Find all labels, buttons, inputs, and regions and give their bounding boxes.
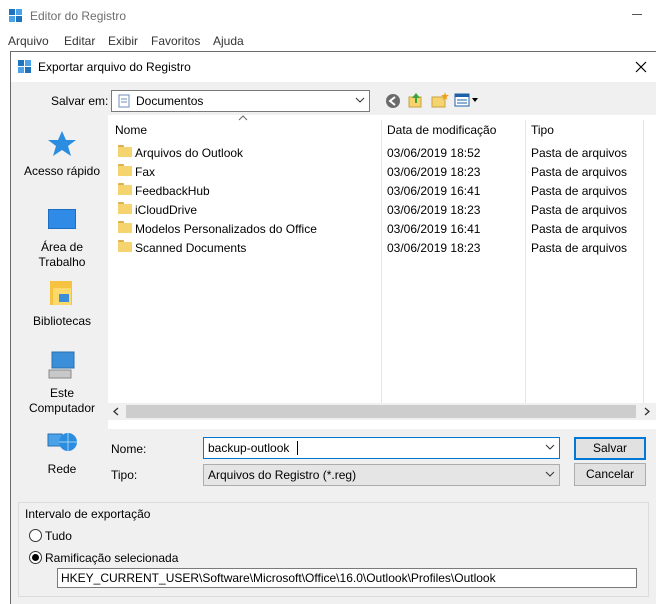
- view-menu-icon[interactable]: [454, 91, 480, 109]
- export-dialog: Exportar arquivo do Registro Salvar em: …: [10, 51, 656, 604]
- name-label: Nome:: [111, 442, 147, 456]
- file-type: Pasta de arquivos: [531, 146, 628, 160]
- close-icon[interactable]: [633, 59, 649, 75]
- file-date: 03/06/2019 16:41: [387, 184, 481, 198]
- file-type-combo[interactable]: Arquivos do Registro (*.reg): [203, 464, 560, 486]
- registry-editor-icon: [9, 9, 23, 23]
- column-date[interactable]: Data de modificação: [387, 123, 496, 137]
- branch-path-field[interactable]: [57, 568, 637, 588]
- place-desktop[interactable]: Área de Trabalho: [17, 204, 107, 270]
- menu-editar[interactable]: Editar: [64, 34, 95, 48]
- folder-icon: [118, 145, 132, 157]
- branch-path-input[interactable]: [58, 569, 636, 587]
- network-icon: [47, 433, 77, 451]
- chevron-down-icon: [355, 97, 365, 103]
- desktop-icon: [48, 209, 76, 229]
- radio-selected-branch-label[interactable]: Ramificação selecionada: [45, 551, 178, 565]
- back-icon[interactable]: [384, 92, 402, 110]
- file-list[interactable]: Nome Data de modificação Tipo Arquivos d…: [108, 115, 656, 429]
- app-title: Editor do Registro: [30, 9, 127, 23]
- place-label: Este Computador: [28, 386, 96, 415]
- chevron-down-icon[interactable]: [545, 443, 555, 451]
- chevron-down-icon: [545, 471, 555, 477]
- file-type: Pasta de arquivos: [531, 222, 628, 236]
- place-libraries[interactable]: Bibliotecas: [17, 278, 107, 329]
- file-name: FeedbackHub: [135, 184, 210, 198]
- column-name[interactable]: Nome: [115, 123, 147, 137]
- folder-icon: [118, 183, 132, 195]
- place-label: Bibliotecas: [32, 314, 92, 328]
- folder-icon: [118, 202, 132, 214]
- radio-all-label[interactable]: Tudo: [45, 529, 72, 543]
- file-name-combo[interactable]: backup-outlook: [203, 437, 560, 459]
- up-folder-icon[interactable]: [407, 91, 425, 109]
- places-bar: Acesso rápido Área de Trabalho Bibliotec…: [17, 114, 107, 494]
- file-date: 03/06/2019 18:23: [387, 165, 481, 179]
- file-name: iCloudDrive: [135, 203, 198, 217]
- file-type: Pasta de arquivos: [531, 165, 628, 179]
- file-type-value: Arquivos do Registro (*.reg): [208, 468, 357, 482]
- menu-exibir[interactable]: Exibir: [108, 34, 138, 48]
- save-in-label: Salvar em:: [51, 94, 109, 108]
- radio-all[interactable]: [29, 529, 42, 542]
- sort-ascending-icon: [238, 115, 248, 121]
- save-in-value: Documentos: [136, 94, 204, 108]
- place-label: Área de Trabalho: [38, 240, 86, 269]
- file-list-header: Nome Data de modificação Tipo: [108, 115, 656, 417]
- file-row[interactable]: Fax 03/06/2019 18:23 Pasta de arquivos: [108, 162, 656, 181]
- file-date: 03/06/2019 18:52: [387, 146, 481, 160]
- folder-icon: [118, 240, 132, 252]
- scrollbar-thumb[interactable]: [126, 405, 636, 418]
- export-range-title: Intervalo de exportação: [23, 507, 153, 521]
- horizontal-scrollbar[interactable]: [108, 403, 656, 420]
- file-name: Scanned Documents: [135, 241, 247, 255]
- place-label: Acesso rápido: [23, 164, 101, 178]
- file-row[interactable]: Arquivos do Outlook 03/06/2019 18:52 Pas…: [108, 143, 656, 162]
- file-type: Pasta de arquivos: [531, 203, 628, 217]
- type-label: Tipo:: [111, 468, 138, 482]
- file-date: 03/06/2019 16:41: [387, 222, 481, 236]
- scroll-right-icon[interactable]: [643, 407, 651, 416]
- file-name-input[interactable]: backup-outlook: [208, 441, 289, 455]
- file-row[interactable]: FeedbackHub 03/06/2019 16:41 Pasta de ar…: [108, 181, 656, 200]
- folder-icon: [118, 221, 132, 233]
- file-name: Fax: [135, 165, 156, 179]
- file-type: Pasta de arquivos: [531, 184, 628, 198]
- dialog-titlebar: Exportar arquivo do Registro: [11, 52, 656, 82]
- registry-editor-icon: [18, 60, 32, 74]
- libraries-icon: [50, 281, 72, 305]
- place-label: Rede: [47, 462, 77, 476]
- app-menubar: Arquivo Editar Exibir Favoritos Ajuda: [0, 31, 656, 51]
- text-caret: [297, 441, 298, 455]
- folder-icon: [118, 164, 132, 176]
- save-button[interactable]: Salvar: [574, 437, 646, 460]
- file-row[interactable]: Scanned Documents 03/06/2019 18:23 Pasta…: [108, 238, 656, 257]
- minimize-button[interactable]: [632, 14, 642, 15]
- file-date: 03/06/2019 18:23: [387, 241, 481, 255]
- radio-selected-branch[interactable]: [29, 551, 42, 564]
- new-folder-icon[interactable]: [431, 91, 449, 109]
- file-date: 03/06/2019 18:23: [387, 203, 481, 217]
- computer-icon: [48, 351, 75, 379]
- place-this-pc[interactable]: Este Computador: [17, 350, 107, 416]
- menu-favoritos[interactable]: Favoritos: [151, 34, 200, 48]
- menu-ajuda[interactable]: Ajuda: [213, 34, 244, 48]
- file-row[interactable]: iCloudDrive 03/06/2019 18:23 Pasta de ar…: [108, 200, 656, 219]
- star-icon: [48, 131, 76, 156]
- documents-icon: [118, 94, 130, 108]
- file-name: Modelos Personalizados do Office: [135, 222, 317, 236]
- app-titlebar: Editor do Registro: [0, 0, 656, 31]
- file-row[interactable]: Modelos Personalizados do Office 03/06/2…: [108, 219, 656, 238]
- menu-arquivo[interactable]: Arquivo: [8, 34, 49, 48]
- place-network[interactable]: Rede: [17, 426, 107, 477]
- scroll-left-icon[interactable]: [112, 407, 120, 416]
- column-type[interactable]: Tipo: [531, 123, 554, 137]
- dialog-title: Exportar arquivo do Registro: [38, 60, 191, 74]
- file-type: Pasta de arquivos: [531, 241, 628, 255]
- save-in-combo[interactable]: Documentos: [111, 90, 370, 112]
- place-quick-access[interactable]: Acesso rápido: [17, 128, 107, 179]
- file-name: Arquivos do Outlook: [135, 146, 244, 160]
- cancel-button[interactable]: Cancelar: [574, 463, 646, 486]
